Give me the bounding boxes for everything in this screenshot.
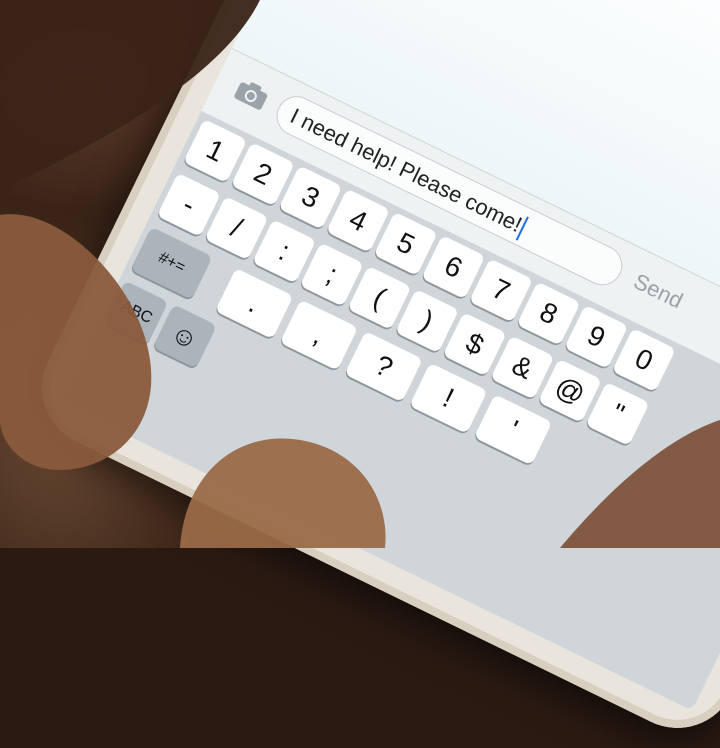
left-thumb bbox=[0, 214, 152, 470]
right-finger bbox=[180, 438, 386, 548]
top-left-hand bbox=[0, 0, 260, 190]
right-palm bbox=[560, 420, 720, 548]
hands-overlay bbox=[0, 0, 720, 548]
